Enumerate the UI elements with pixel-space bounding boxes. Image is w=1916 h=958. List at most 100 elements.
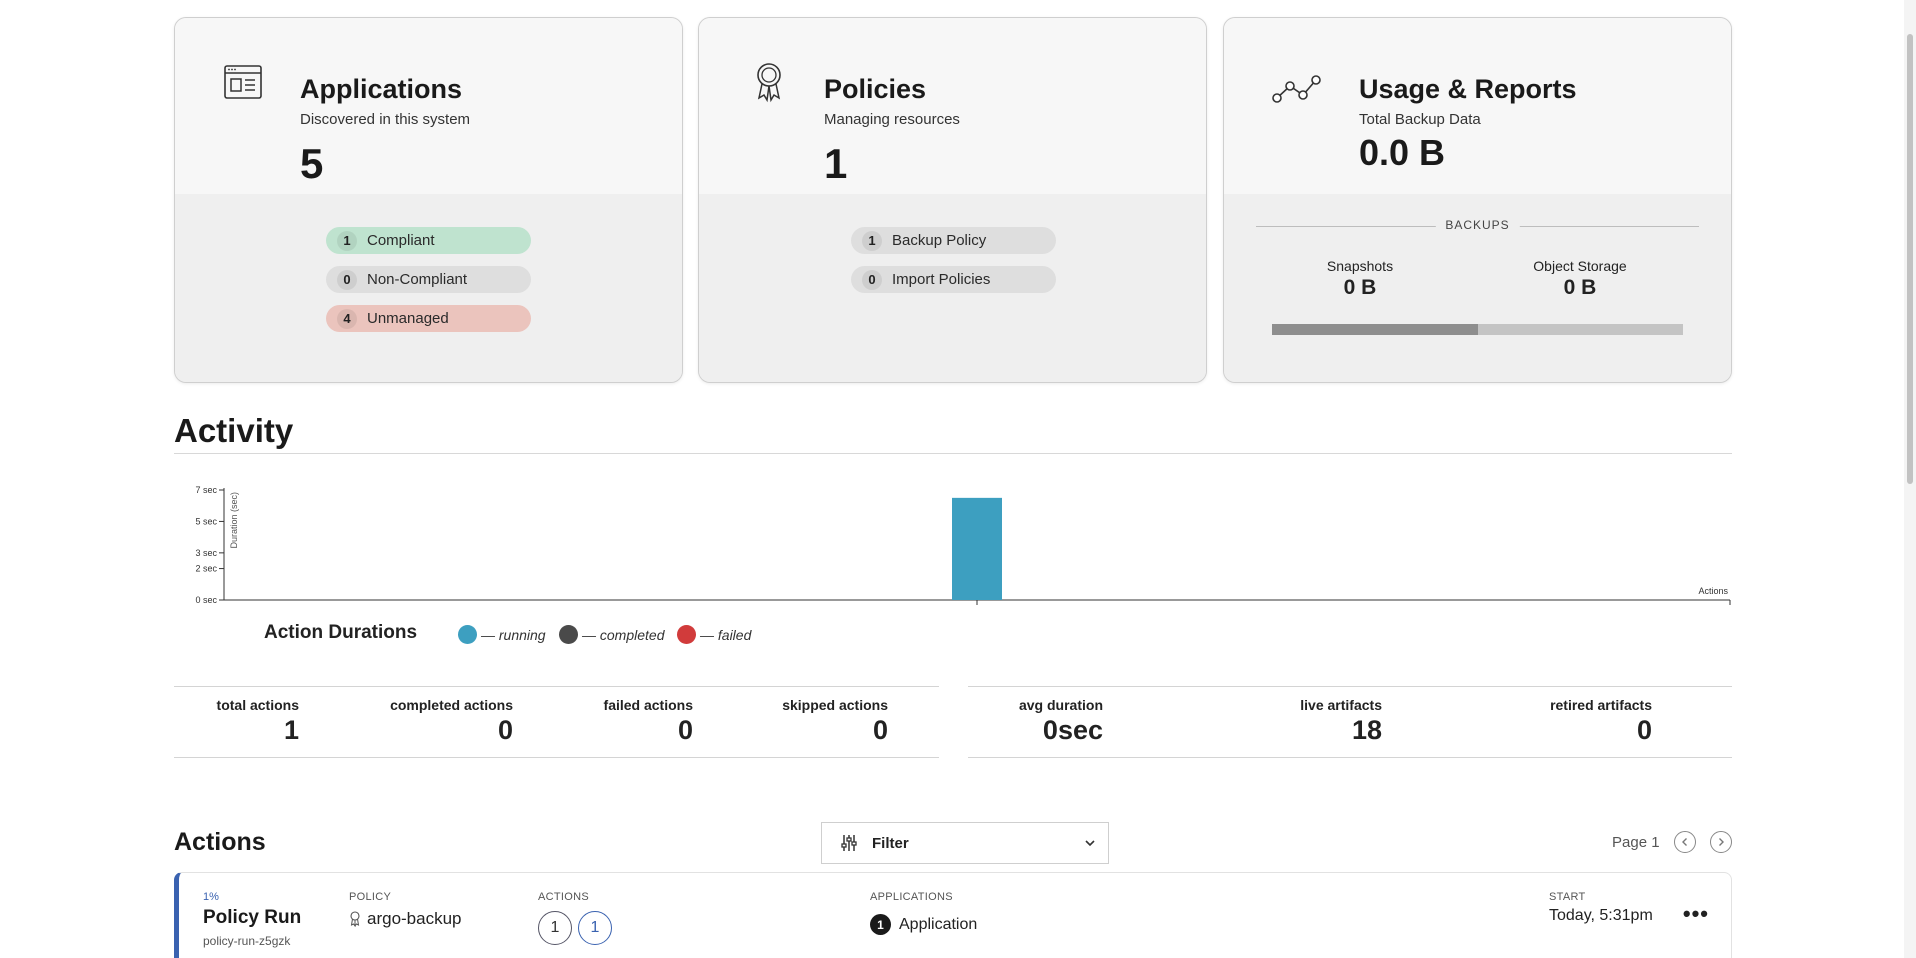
snapshot-usage-fill <box>1272 324 1478 335</box>
retired-artifacts-stat: retired artifacts 0 <box>1550 697 1652 746</box>
bar-running <box>952 497 1002 600</box>
chevron-right-icon <box>1718 838 1724 846</box>
compliant-count: 1 <box>337 230 357 251</box>
completed-dot-icon <box>559 625 578 644</box>
import-policies-label: Import Policies <box>892 271 991 288</box>
completed-actions-stat: completed actions 0 <box>390 697 513 746</box>
scrollbar-thumb[interactable] <box>1907 34 1913 484</box>
import-policies-pill[interactable]: 0 Import Policies <box>851 266 1056 293</box>
action-stats-row: total actions 1 completed actions 0 fail… <box>174 686 939 758</box>
usage-subtitle: Total Backup Data <box>1359 111 1481 128</box>
backup-policy-pill[interactable]: 1 Backup Policy <box>851 227 1056 254</box>
completed-actions-label: completed actions <box>390 697 513 713</box>
storage-usage-bar <box>1272 324 1683 335</box>
award-ribbon-icon <box>350 911 360 927</box>
skipped-actions-label: skipped actions <box>782 697 888 713</box>
failed-dot-icon <box>677 625 696 644</box>
running-dot-icon <box>458 625 477 644</box>
application-window-icon <box>224 65 262 99</box>
backups-label: BACKUPS <box>1435 218 1520 232</box>
chevron-left-icon <box>1681 838 1687 846</box>
prev-page-button[interactable] <box>1673 831 1696 853</box>
applications-subtitle: Discovered in this system <box>300 111 471 128</box>
run-progress: 1% <box>203 891 219 903</box>
award-ribbon-icon <box>757 63 781 103</box>
policies-title: Policies <box>824 74 927 104</box>
chart-title: Action Durations <box>264 622 418 643</box>
retired-artifacts-label: retired artifacts <box>1550 697 1652 713</box>
policies-subtitle: Managing resources <box>824 111 960 128</box>
applications-card[interactable]: Applications Discovered in this system 5… <box>174 17 683 383</box>
snapshots-value: 0 B <box>1343 276 1377 299</box>
applications-count-badge: 1 <box>870 914 891 935</box>
activity-title: Activity <box>174 412 294 449</box>
page-label: Page 1 <box>1612 833 1660 851</box>
usage-title: Usage & Reports <box>1359 74 1577 104</box>
total-actions-label: total actions <box>216 697 299 713</box>
live-artifacts-value: 18 <box>1351 715 1382 745</box>
object-storage-value: 0 B <box>1563 276 1597 299</box>
applications-label: Application <box>899 915 978 933</box>
import-policies-count: 0 <box>862 269 882 290</box>
pagination: Page 1 <box>1612 831 1732 853</box>
filter-label: Filter <box>872 834 909 852</box>
retired-artifacts-value: 0 <box>1636 715 1652 745</box>
policy-caption: POLICY <box>349 891 392 903</box>
next-page-button[interactable] <box>1709 831 1732 853</box>
policies-count: 1 <box>824 140 848 187</box>
applications-title: Applications <box>300 74 463 104</box>
applications-card-top <box>175 18 682 194</box>
activity-divider <box>174 453 1732 454</box>
scrollbar[interactable] <box>1904 0 1916 958</box>
unmanaged-pill[interactable]: 4 Unmanaged <box>326 305 531 332</box>
run-type: Policy Run <box>203 907 302 928</box>
legend-completed[interactable]: — completed <box>559 625 664 644</box>
avg-duration-label: avg duration <box>1018 697 1103 713</box>
total-actions-stat: total actions 1 <box>217 697 299 746</box>
run-id: policy-run-z5gzk <box>203 934 291 948</box>
actions-caption: ACTIONS <box>538 891 589 903</box>
compliant-label: Compliant <box>367 232 435 249</box>
start-caption: START <box>1549 891 1586 903</box>
skipped-actions-stat: skipped actions 0 <box>782 697 888 746</box>
policy-link[interactable]: argo-backup <box>349 909 462 929</box>
policies-card-top <box>699 18 1206 194</box>
actions-title: Actions <box>174 828 266 856</box>
y-tick-label: 2 sec <box>195 564 217 574</box>
action-row[interactable]: 1% Policy Run policy-run-z5gzk POLICY ar… <box>174 872 1732 958</box>
unmanaged-count: 4 <box>337 308 357 329</box>
policy-name: argo-backup <box>367 909 462 928</box>
y-axis-label: Duration (sec) <box>229 492 239 549</box>
y-tick-label: 7 sec <box>195 485 217 495</box>
sliders-icon <box>841 835 857 851</box>
skipped-actions-value: 0 <box>872 715 888 745</box>
chevron-down-icon <box>1085 840 1095 847</box>
completed-actions-value: 0 <box>497 715 513 745</box>
usage-reports-card[interactable]: Usage & Reports Total Backup Data 0.0 B … <box>1223 17 1732 383</box>
x-axis-label: Actions <box>1698 586 1728 596</box>
failed-actions-label: failed actions <box>603 697 693 713</box>
object-storage-label: Object Storage <box>1533 258 1627 274</box>
more-options-icon[interactable]: ••• <box>1683 901 1709 927</box>
legend-failed[interactable]: — failed <box>677 625 751 644</box>
backup-policy-count: 1 <box>862 230 882 251</box>
usage-total: 0.0 B <box>1359 132 1446 173</box>
compliant-pill[interactable]: 1 Compliant <box>326 227 531 254</box>
live-artifacts-stat: live artifacts 18 <box>1300 697 1382 746</box>
y-tick-label: 3 sec <box>195 548 217 558</box>
total-actions-value: 1 <box>283 715 299 745</box>
actions-running-badge[interactable]: 1 <box>578 911 612 945</box>
y-tick-label: 0 sec <box>195 595 217 605</box>
live-artifacts-label: live artifacts <box>1300 697 1382 713</box>
legend-failed-label: — failed <box>700 626 752 643</box>
non-compliant-pill[interactable]: 0 Non-Compliant <box>326 266 531 293</box>
applications-caption: APPLICATIONS <box>870 891 953 903</box>
actions-count-badge[interactable]: 1 <box>538 911 572 945</box>
policies-card[interactable]: Policies Managing resources 1 1 Backup P… <box>698 17 1207 383</box>
filter-dropdown[interactable]: Filter <box>821 822 1109 864</box>
applications-count: 5 <box>300 140 324 187</box>
legend-running[interactable]: — running <box>458 625 546 644</box>
legend-running-label: — running <box>481 626 546 643</box>
y-tick-label: 5 sec <box>195 516 217 526</box>
applications-link[interactable]: 1 Application <box>870 914 977 935</box>
